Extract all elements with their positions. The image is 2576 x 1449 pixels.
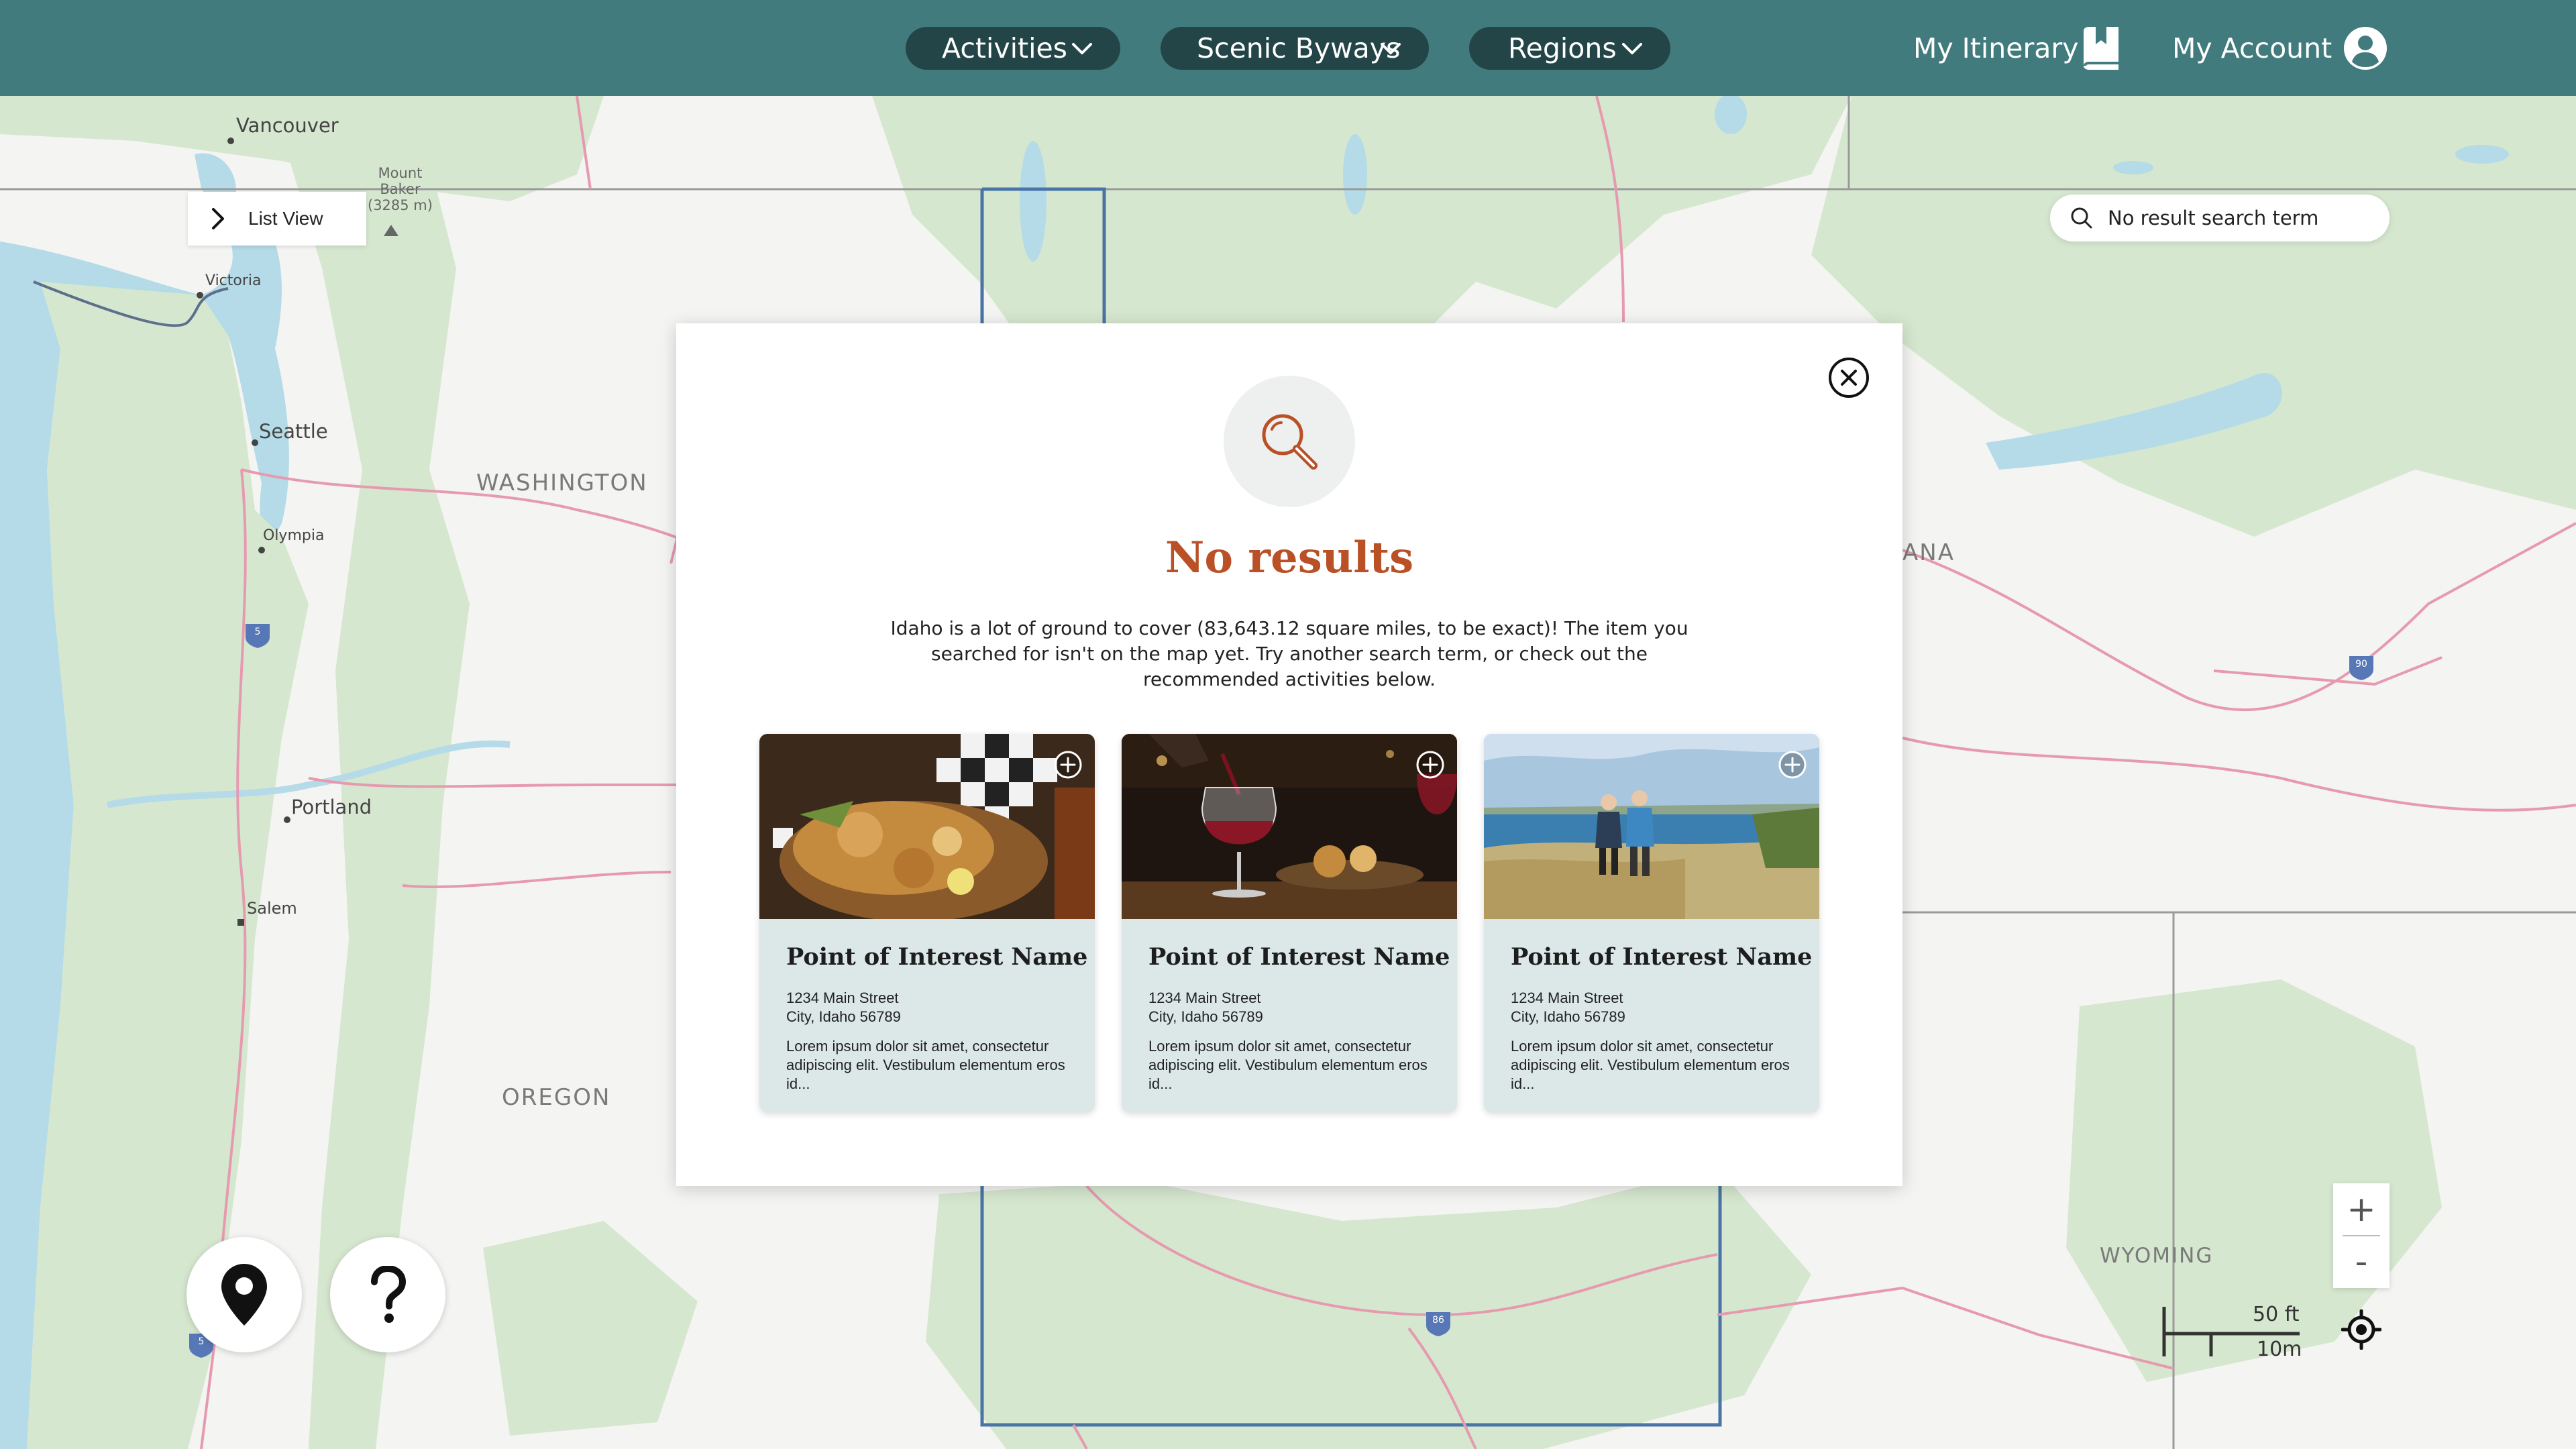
top-nav-bar: Activities Scenic Byways Regions My Itin… <box>0 0 2576 96</box>
my-itinerary-label: My Itinerary <box>1913 32 2079 64</box>
city-label-portland: Portland <box>291 796 372 818</box>
state-label-montana: ANA <box>1902 539 1955 566</box>
my-account-label: My Account <box>2172 32 2332 64</box>
state-label-washington: WASHINGTON <box>476 470 648 496</box>
zoom-out-button[interactable]: - <box>2333 1236 2390 1288</box>
question-icon <box>371 1266 407 1323</box>
chevron-down-icon <box>1072 43 1092 54</box>
poi-address: 1234 Main Street City, Idaho 56789 <box>1148 989 1263 1026</box>
plus-circle-icon[interactable] <box>1415 750 1445 780</box>
city-label-seattle: Seattle <box>259 420 328 443</box>
regions-dropdown[interactable]: Regions <box>1469 27 1670 70</box>
city-label-vancouver: Vancouver <box>236 114 339 137</box>
poi-card[interactable]: Point of Interest Name 1234 Main Street … <box>1122 734 1457 1112</box>
my-account-link[interactable]: My Account <box>2172 27 2332 70</box>
magnifier-icon <box>1262 414 1318 470</box>
user-circle-icon[interactable] <box>2344 27 2387 70</box>
close-icon[interactable] <box>1828 357 1870 398</box>
poi-name: Point of Interest Name <box>1511 943 1813 971</box>
zoom-in-button[interactable]: + <box>2333 1183 2390 1236</box>
modal-message: Idaho is a lot of ground to cover (83,64… <box>890 617 1688 690</box>
no-results-modal: No results Idaho is a lot of ground to c… <box>676 323 1902 1186</box>
poi-name: Point of Interest Name <box>1148 943 1450 971</box>
search-input[interactable] <box>2108 207 2376 229</box>
poi-description: Lorem ipsum dolor sit amet, consectetur … <box>1511 1038 1790 1092</box>
no-results-illustration <box>1224 376 1355 507</box>
city-label-olympia: Olympia <box>263 527 325 544</box>
poi-photo-food-basket <box>759 734 1095 919</box>
poi-city: City, Idaho 56789 <box>786 1008 901 1025</box>
list-view-label: List View <box>248 208 323 229</box>
city-label-salem: Salem <box>247 899 297 918</box>
poi-street: 1234 Main Street <box>1511 989 1623 1006</box>
shield-label: 5 <box>254 627 261 637</box>
plus-circle-icon[interactable] <box>1778 750 1807 780</box>
map-search-bar[interactable] <box>2050 195 2390 241</box>
map-pin-button[interactable] <box>186 1237 302 1352</box>
shield-label: 90 <box>2355 659 2367 669</box>
poi-city: City, Idaho 56789 <box>1511 1008 1625 1025</box>
chevron-down-icon <box>1622 43 1642 54</box>
poi-name: Point of Interest Name <box>786 943 1088 971</box>
poi-street: 1234 Main Street <box>786 989 899 1006</box>
map-scale-bar: 50 ft 10m <box>2161 1303 2302 1363</box>
list-view-button[interactable]: List View <box>188 192 366 246</box>
map-pin-icon <box>221 1264 267 1326</box>
poi-street: 1234 Main Street <box>1148 989 1261 1006</box>
scenic-byways-dropdown[interactable]: Scenic Byways <box>1161 27 1429 70</box>
poi-photo-lake-walk <box>1484 734 1819 919</box>
shield-label: 5 <box>198 1336 205 1347</box>
poi-city: City, Idaho 56789 <box>1148 1008 1263 1025</box>
scenic-byways-label: Scenic Byways <box>1197 32 1401 64</box>
chevron-right-icon <box>212 208 224 229</box>
regions-label: Regions <box>1508 32 1617 64</box>
scale-metric-label: 10m <box>2257 1338 2302 1361</box>
poi-card[interactable]: Point of Interest Name 1234 Main Street … <box>1484 734 1819 1112</box>
modal-title: No results <box>1165 533 1414 583</box>
zoom-control: + - <box>2333 1183 2390 1288</box>
state-label-oregon: OREGON <box>502 1084 611 1111</box>
search-icon <box>2071 207 2092 229</box>
city-label-victoria: Victoria <box>205 272 262 289</box>
scale-imperial-label: 50 ft <box>2253 1303 2300 1326</box>
crosshair-icon[interactable] <box>2341 1309 2381 1350</box>
poi-photo-wine <box>1122 734 1457 919</box>
poi-card[interactable]: Point of Interest Name 1234 Main Street … <box>759 734 1095 1112</box>
help-button[interactable] <box>330 1237 445 1352</box>
activities-dropdown[interactable]: Activities <box>906 27 1120 70</box>
poi-description: Lorem ipsum dolor sit amet, consectetur … <box>1148 1038 1428 1092</box>
book-bookmark-icon[interactable] <box>2081 27 2121 70</box>
poi-address: 1234 Main Street City, Idaho 56789 <box>786 989 901 1026</box>
poi-address: 1234 Main Street City, Idaho 56789 <box>1511 989 1625 1026</box>
activities-label: Activities <box>942 32 1068 64</box>
peak-label-mount-baker: Mount Baker (3285 m) <box>368 165 433 213</box>
chevron-down-icon <box>1381 43 1401 54</box>
shield-label: 86 <box>1432 1315 1444 1326</box>
my-itinerary-link[interactable]: My Itinerary <box>1913 27 2079 70</box>
poi-description: Lorem ipsum dolor sit amet, consectetur … <box>786 1038 1065 1092</box>
state-label-wyoming: WYOMING <box>2100 1244 2214 1268</box>
plus-circle-icon[interactable] <box>1053 750 1083 780</box>
